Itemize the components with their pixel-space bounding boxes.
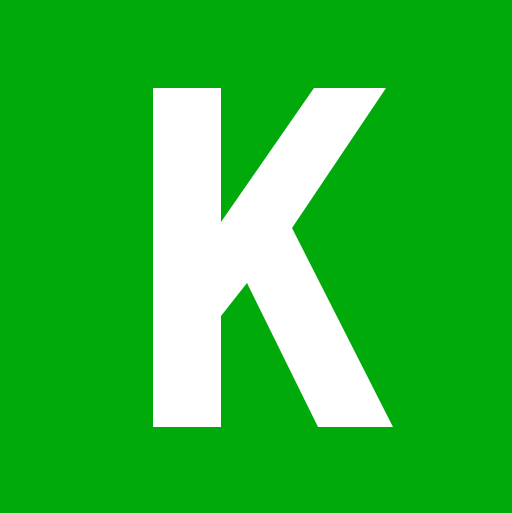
logo-svg	[0, 0, 512, 512]
logo-tile: K	[0, 0, 512, 512]
